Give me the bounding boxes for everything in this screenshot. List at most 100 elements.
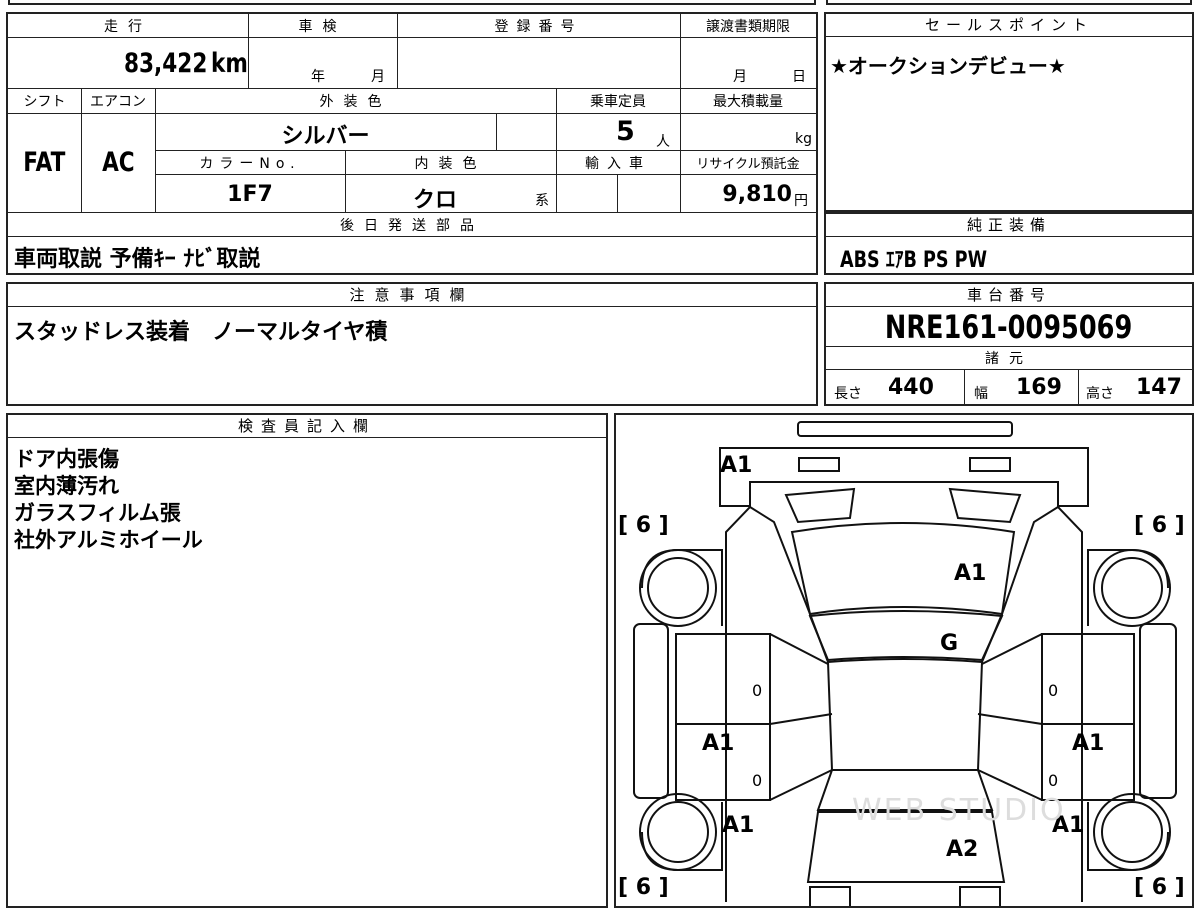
front-bumper-outline <box>719 447 1089 507</box>
divider <box>826 346 1192 347</box>
mark-left-door: A1 <box>702 731 735 756</box>
transfer-day-unit: 日 <box>792 69 806 85</box>
divider <box>155 150 816 151</box>
width-label: 幅 <box>974 386 988 402</box>
mark-trunk: A2 <box>946 837 979 862</box>
int-color-suffix: 系 <box>535 193 549 209</box>
inspector-label: 検査員記入欄 <box>8 415 606 438</box>
max-load-label: 最大積載量 <box>713 94 783 110</box>
inspector-panel: 検査員記入欄 ドア内張傷 室内薄汚れ ガラスフィルム張 社外アルミホイール <box>6 413 608 908</box>
car-outline-diagram <box>633 421 1177 906</box>
wheel-front-right <box>1093 549 1171 627</box>
damage-diagram-panel: A1 A1 G A1 A1 A1 A1 A2 0 0 0 0 [ 6 ] [ 6… <box>614 413 1194 908</box>
a-pillar-right <box>981 506 1059 663</box>
mark-right-rear-zero: 0 <box>1048 771 1059 790</box>
clipped-top-row-right <box>826 0 1192 5</box>
recycle-label: リサイクル預託金 <box>696 157 800 172</box>
shaken-month-unit: 月 <box>371 69 385 85</box>
sales-point-text: ★オークションデビュー★ <box>830 54 1066 78</box>
wheel-rear-right-inner <box>1101 801 1163 863</box>
divider <box>8 236 816 237</box>
specs-label: 諸元 <box>985 351 1033 367</box>
body-outline <box>725 481 1083 902</box>
equipment-panel: 純正装備 ABS ｴｱB PS PW <box>824 212 1194 275</box>
chassis-label: 車台番号 <box>826 284 1192 307</box>
mark-hood: A1 <box>954 561 987 586</box>
divider <box>8 212 816 213</box>
mark-right-front-zero: 0 <box>1048 681 1059 700</box>
wheel-front-left <box>639 549 717 627</box>
mileage-label: 走行 <box>104 19 152 35</box>
ac-value: AC <box>101 147 135 178</box>
int-color-label: 内装色 <box>414 156 487 172</box>
sales-point-label: セールスポイント <box>826 14 1192 37</box>
transfer-deadline-label: 譲渡書類期限 <box>706 19 790 35</box>
rear-light-right <box>959 886 1001 906</box>
clipped-top-row-left <box>8 0 816 5</box>
capacity-label: 乗車定員 <box>590 94 646 110</box>
mirror-right <box>948 487 1022 524</box>
mark-left-rear-zero: 0 <box>752 771 763 790</box>
shaken-label: 車検 <box>298 19 347 35</box>
divider <box>8 113 816 114</box>
recycle-value: 9,810 <box>722 182 792 207</box>
mark-left-rear-fender: A1 <box>722 813 755 838</box>
arch-front-right <box>1087 549 1169 626</box>
tire-front-right: [ 6 ] <box>1134 513 1185 538</box>
later-parts-label: 後日発送部品 <box>340 218 484 234</box>
divider <box>155 174 816 175</box>
divider <box>496 113 497 150</box>
vehicle-info-panel: 走行 車検 登録番号 譲渡書類期限 83,422 km 年 月 月 日 シフト … <box>6 12 818 275</box>
arch-front-left <box>641 549 723 626</box>
tire-rear-right: [ 6 ] <box>1134 875 1185 900</box>
mark-front-bumper: A1 <box>720 453 753 478</box>
mark-right-door: A1 <box>1072 731 1105 756</box>
headlight-left <box>798 457 840 472</box>
wheel-front-left-inner <box>647 557 709 619</box>
windshield <box>808 610 1004 662</box>
later-parts-value: 車両取説 予備ｷｰ ﾅﾋﾞ取説 <box>14 247 261 272</box>
left-front-door <box>675 633 771 725</box>
divider <box>1078 369 1079 404</box>
tire-front-left: [ 6 ] <box>618 513 669 538</box>
right-front-door <box>1041 633 1135 725</box>
color-no-value: 1F7 <box>227 182 273 207</box>
max-load-unit: kg <box>795 131 812 147</box>
divider <box>964 369 965 404</box>
wheel-rear-left-inner <box>647 801 709 863</box>
rear-light-left <box>809 886 851 906</box>
roof-panel <box>826 658 984 771</box>
right-door-lines <box>977 633 1043 801</box>
equipment-value: ABS ｴｱB PS PW <box>840 248 987 273</box>
registration-label: 登録番号 <box>494 19 583 35</box>
capacity-unit: 人 <box>656 134 670 150</box>
width-value: 169 <box>1016 375 1062 400</box>
left-door-lines <box>769 633 833 801</box>
right-sill <box>1139 623 1177 799</box>
capacity-value: 5 <box>616 116 635 147</box>
divider <box>8 37 816 38</box>
wheel-rear-left <box>639 793 717 871</box>
front-grille-bar <box>797 421 1013 437</box>
ext-color-value: シルバー <box>281 124 370 149</box>
sales-point-panel: セールスポイント ★オークションデビュー★ <box>824 12 1194 212</box>
watermark: WEB STUDIO <box>852 793 1066 828</box>
headlight-right <box>969 457 1011 472</box>
height-label: 高さ <box>1086 386 1114 402</box>
wheel-rear-right <box>1093 793 1171 871</box>
notes-label: 注意事項欄 <box>8 284 816 307</box>
equipment-label: 純正装備 <box>826 214 1192 237</box>
ac-label: エアコン <box>90 94 146 110</box>
wheel-front-right-inner <box>1101 557 1163 619</box>
divider <box>617 174 618 212</box>
shift-value: FAT <box>23 147 66 178</box>
a-pillar-left <box>749 506 829 663</box>
transfer-month-unit: 月 <box>733 69 747 85</box>
mark-roof: G <box>940 631 959 656</box>
divider <box>8 88 816 89</box>
mirror-left <box>784 487 856 524</box>
divider <box>826 369 1192 370</box>
inspector-line-1: ドア内張傷 <box>14 447 119 471</box>
recycle-unit: 円 <box>794 193 808 209</box>
import-label: 輸入車 <box>585 156 651 172</box>
